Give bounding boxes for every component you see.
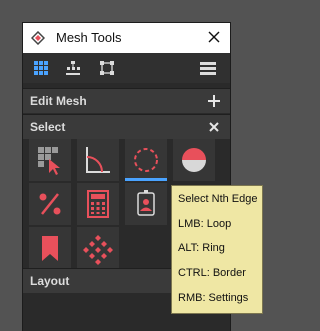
calculator-button[interactable] <box>77 183 119 225</box>
section-edit-mesh[interactable]: Edit Mesh <box>23 88 230 113</box>
tooltip-title: Select Nth Edge <box>178 193 258 205</box>
title-bar[interactable]: Mesh Tools <box>23 23 230 53</box>
mesh-tools-logo-icon <box>31 31 45 45</box>
checker-pattern-icon <box>83 235 113 265</box>
bounding-box-icon[interactable] <box>98 59 116 77</box>
section-select[interactable]: Select <box>23 114 230 139</box>
dashed-circle-select-button[interactable] <box>125 139 167 181</box>
tooltip-line-rmb: RMB: Settings <box>178 292 249 304</box>
angle-select-button[interactable] <box>77 139 119 181</box>
section-layout-label: Layout <box>30 274 70 288</box>
section-edit-mesh-label: Edit Mesh <box>30 94 87 108</box>
id-badge-icon <box>137 190 155 216</box>
tooltip-line-ctrl: CTRL: Border <box>178 267 246 279</box>
half-circle-select-button[interactable] <box>173 139 215 181</box>
percent-select-icon <box>39 193 61 215</box>
close-icon[interactable] <box>207 120 221 134</box>
half-circle-select-icon <box>182 148 206 172</box>
tooltip-line-alt: ALT: Ring <box>178 242 225 254</box>
checker-pattern-button[interactable] <box>77 227 119 269</box>
bookmark-icon <box>42 236 58 261</box>
dashed-circle-select-icon <box>134 148 158 172</box>
tooltip: Select Nth Edge LMB: Loop ALT: Ring CTRL… <box>171 185 263 314</box>
angle-select-icon <box>86 147 110 173</box>
tooltip-line-lmb: LMB: Loop <box>178 218 232 230</box>
percent-select-button[interactable] <box>29 183 71 225</box>
bookmark-button[interactable] <box>29 227 71 269</box>
section-select-label: Select <box>30 120 66 134</box>
select-tiles-cursor-button[interactable] <box>29 139 71 181</box>
id-badge-button[interactable] <box>125 183 167 225</box>
close-icon[interactable] <box>206 29 222 45</box>
plus-icon[interactable] <box>207 94 221 108</box>
active-indicator <box>125 178 167 181</box>
grid-icon[interactable] <box>32 59 50 77</box>
menu-icon[interactable] <box>199 59 217 77</box>
calculator-icon <box>87 190 109 218</box>
window-title: Mesh Tools <box>56 30 122 45</box>
toolbar <box>23 53 230 83</box>
select-tiles-cursor-icon <box>38 147 60 175</box>
hierarchy-icon[interactable] <box>64 59 82 77</box>
